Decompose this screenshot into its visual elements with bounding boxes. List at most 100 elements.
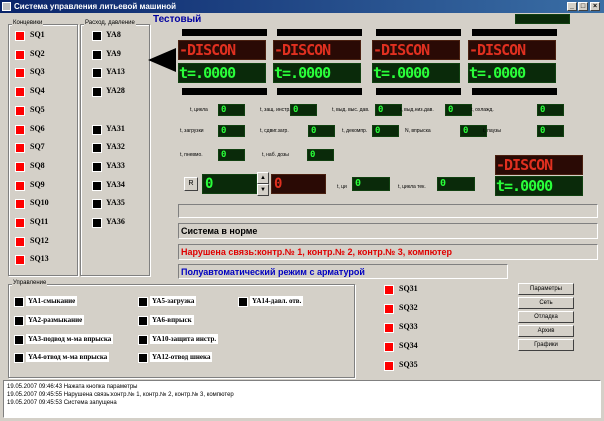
sq-indicator	[15, 105, 25, 116]
ya-label: YA28	[106, 86, 125, 96]
archive-button[interactable]: Архив	[518, 325, 574, 337]
control-indicator[interactable]	[138, 297, 148, 307]
control-indicator[interactable]	[14, 353, 24, 363]
controller-status-display: -DISCON	[273, 40, 361, 60]
control-label-item: YA10-защита инстр.	[150, 334, 219, 344]
sq-label: SQ7	[30, 142, 45, 152]
ya-indicator	[92, 124, 102, 135]
control-indicator[interactable]	[138, 316, 148, 326]
param-value: 0	[372, 125, 399, 137]
controller-time-display: t=.0000	[372, 63, 460, 83]
param-label: t, декомпр.	[342, 128, 368, 134]
param-value: 0	[445, 104, 472, 116]
param-label: N, впрыска	[405, 128, 431, 134]
counter-red: 0	[271, 174, 326, 194]
flow-pressure-label: Расход, давление	[84, 20, 136, 26]
sq-label: SQ2	[30, 48, 45, 58]
spin-up-icon[interactable]: ▲	[257, 172, 269, 184]
maximize-button[interactable]: □	[578, 2, 588, 11]
ya-indicator	[92, 143, 102, 154]
sq-indicator	[15, 87, 25, 98]
control-label: Управление	[12, 280, 48, 286]
sq-indicator	[15, 236, 25, 247]
ya-label: YA34	[106, 179, 125, 189]
sq-label: SQ6	[30, 123, 45, 133]
counter-spinner[interactable]: ▲ ▼	[257, 172, 269, 196]
machine-name: Тестовый	[153, 14, 202, 25]
control-indicator[interactable]	[14, 316, 24, 326]
param-value: 0	[218, 149, 245, 161]
ya-label: YA32	[106, 142, 125, 152]
sq-indicator	[15, 124, 25, 135]
sq-label: SQ32	[399, 303, 418, 312]
sq-label: SQ12	[30, 235, 49, 245]
log-entry: 19.05.2007 09:45:53 Система запущена	[7, 400, 117, 406]
ya-indicator	[92, 180, 102, 191]
control-indicator[interactable]	[14, 335, 24, 345]
sq-indicator	[15, 68, 25, 79]
param-label: t, паузы	[483, 128, 501, 134]
log-entry: 19.05.2007 09:46:43 Нажата кнопка параме…	[7, 384, 138, 390]
app-icon	[2, 2, 11, 11]
control-indicator[interactable]	[238, 297, 248, 307]
param-label: t, пневмо.	[180, 152, 203, 158]
counter-green: 0	[202, 174, 257, 194]
charts-button[interactable]: Графики	[518, 339, 574, 351]
sq-indicator	[15, 255, 25, 266]
display-top-bar	[472, 29, 557, 36]
debug-button[interactable]: Отладка	[518, 311, 574, 323]
display-top-bar	[376, 29, 461, 36]
t-ci-value: 0	[352, 177, 390, 191]
sq-indicator	[15, 199, 25, 210]
controller-time-display: t=.0000	[468, 63, 556, 83]
status-system: Система в норме	[178, 223, 598, 239]
t-ci-label: t, ци	[337, 184, 347, 190]
control-indicator[interactable]	[138, 335, 148, 345]
spin-down-icon[interactable]: ▼	[257, 184, 269, 196]
display-top-bar	[277, 29, 362, 36]
controller-status-display: -DISCON	[372, 40, 460, 60]
param-value: 0	[308, 125, 335, 137]
control-label-item: YA4-отвод м-ма впрыска	[26, 352, 110, 362]
main-status-display: -DISCON	[495, 155, 583, 175]
t-cycle-cur-label: t, цикла тек.	[398, 184, 426, 190]
close-button[interactable]: ×	[590, 2, 600, 11]
control-indicator[interactable]	[14, 297, 24, 307]
param-value: 0	[290, 104, 317, 116]
control-label-item: YA2-размыкание	[26, 315, 85, 325]
status-line-empty	[178, 204, 598, 218]
sq-label: SQ35	[399, 360, 418, 369]
sq-indicator	[384, 342, 394, 352]
ya-indicator	[92, 31, 102, 41]
ya-indicator	[92, 49, 102, 60]
minimize-button[interactable]: _	[567, 2, 577, 11]
event-log[interactable]: 19.05.2007 09:46:43 Нажата кнопка параме…	[3, 380, 601, 418]
network-button[interactable]: Сеть	[518, 297, 574, 309]
ya-label: YA36	[106, 217, 125, 226]
controller-time-display: t=.0000	[178, 63, 266, 83]
sq-indicator	[384, 285, 394, 295]
limit-switches-label: Концевики	[12, 20, 44, 26]
param-value: 0	[218, 125, 245, 137]
param-label: t, выд. выс. дав.	[332, 107, 370, 113]
sq-label: SQ3	[30, 67, 45, 77]
arrow-left-icon	[148, 48, 176, 72]
window-titlebar[interactable]: Система управления литьевой машиной _ □ …	[0, 0, 604, 13]
control-indicator[interactable]	[138, 353, 148, 363]
parameters-button[interactable]: Параметры	[518, 283, 574, 295]
ya-label: YA31	[106, 123, 125, 133]
log-entry: 19.05.2007 09:45:55 Нарушена связь:контр…	[7, 392, 234, 398]
sq-indicator	[384, 323, 394, 333]
reset-button[interactable]: R	[184, 177, 198, 191]
sq-label: SQ11	[30, 217, 49, 226]
ya-indicator	[92, 87, 102, 98]
sq-label: SQ8	[30, 160, 45, 170]
param-label: t, сдвиг.загр.	[260, 128, 289, 134]
status-connection-error: Нарушена связь:контр.№ 1, контр.№ 2, кон…	[178, 244, 598, 260]
main-time-display: t=.0000	[495, 176, 583, 196]
ya-indicator	[92, 161, 102, 172]
window-title: Система управления литьевой машиной	[14, 2, 176, 11]
param-label: t, наб. дозы	[262, 152, 289, 158]
param-label: t, охлажд.	[471, 107, 494, 113]
sq-label: SQ4	[30, 86, 45, 96]
